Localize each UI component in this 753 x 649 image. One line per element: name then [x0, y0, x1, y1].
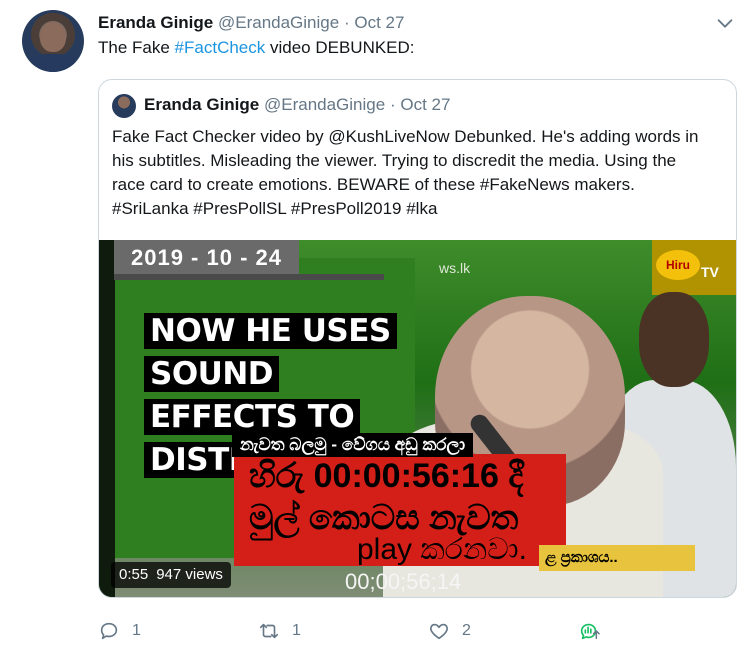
reply-count: 1 — [132, 622, 141, 639]
video-sign-text: ws.lk — [439, 260, 471, 276]
quoted-header: Eranda Ginige @ErandaGinige · Oct 27 — [144, 94, 450, 116]
video-timecode: 00;00;56;14 — [345, 569, 462, 594]
quoted-tweet[interactable]: Eranda Ginige @ErandaGinige · Oct 27 Fak… — [98, 79, 737, 598]
video-left-edge — [99, 240, 115, 597]
video-red-line1: හිරු 00:00:56:16 දී — [249, 457, 524, 495]
chevron-down-icon[interactable] — [714, 12, 736, 34]
video-subtitle-line1: නැවත බලමු - වේගය අඩු කරලා — [232, 433, 474, 457]
tweet-text-prefix: The Fake — [98, 38, 175, 57]
hashtag-link[interactable]: #FactCheck — [175, 38, 266, 57]
tweet[interactable]: Eranda Ginige @ErandaGinige · Oct 27 The… — [0, 0, 753, 649]
heart-icon — [430, 623, 448, 640]
author-handle[interactable]: @ErandaGinige — [218, 13, 339, 32]
tweet-date[interactable]: Oct 27 — [354, 13, 404, 32]
like-count: 2 — [462, 622, 471, 639]
tweet-header: Eranda Ginige @ErandaGinige · Oct 27 — [98, 12, 404, 34]
video-duration: 0:55 — [119, 566, 149, 583]
video-red-line3: play කරනවා. — [357, 533, 527, 566]
video-person-right-head — [639, 292, 709, 387]
tweet-text-suffix: video DEBUNKED: — [265, 38, 415, 57]
author-avatar[interactable] — [22, 10, 84, 72]
author-name[interactable]: Eranda Ginige — [98, 13, 213, 32]
analytics-button[interactable] — [578, 614, 612, 648]
reply-icon — [100, 622, 118, 640]
quoted-date: Oct 27 — [400, 95, 451, 114]
avatar-shirt — [30, 54, 76, 72]
analytics-icon — [580, 623, 600, 640]
video-date-strip — [114, 274, 384, 280]
channel-logo: Hiru — [656, 250, 700, 280]
quoted-author-avatar — [112, 94, 136, 118]
video-duration-badge: 0:55 947 views — [111, 562, 231, 588]
quoted-separator-dot: · — [389, 95, 396, 114]
channel-tv-label: TV — [701, 264, 719, 280]
tweet-text: The Fake #FactCheck video DEBUNKED: — [98, 37, 415, 59]
video-player[interactable]: Hiru TV ws.lk 2019 - 10 - 24 NOW HE USES… — [99, 240, 736, 597]
quoted-author-name: Eranda Ginige — [144, 95, 260, 114]
retweet-icon — [259, 623, 279, 639]
separator-dot: · — [343, 13, 350, 32]
like-button[interactable]: 2 — [428, 614, 471, 648]
retweet-button[interactable]: 1 — [258, 614, 301, 648]
video-date-overlay: 2019 - 10 - 24 — [114, 240, 299, 276]
quoted-author-handle: @ErandaGinige — [263, 95, 386, 114]
reply-button[interactable]: 1 — [98, 614, 141, 648]
video-views: 947 views — [156, 566, 223, 583]
retweet-count: 1 — [292, 622, 301, 639]
tweet-actions: 1 1 2 — [98, 614, 718, 648]
video-ticker: ළ ප්‍රකාශය.. — [539, 545, 695, 571]
quoted-text: Fake Fact Checker video by @KushLiveNow … — [112, 127, 699, 218]
avatar-face — [40, 22, 66, 52]
